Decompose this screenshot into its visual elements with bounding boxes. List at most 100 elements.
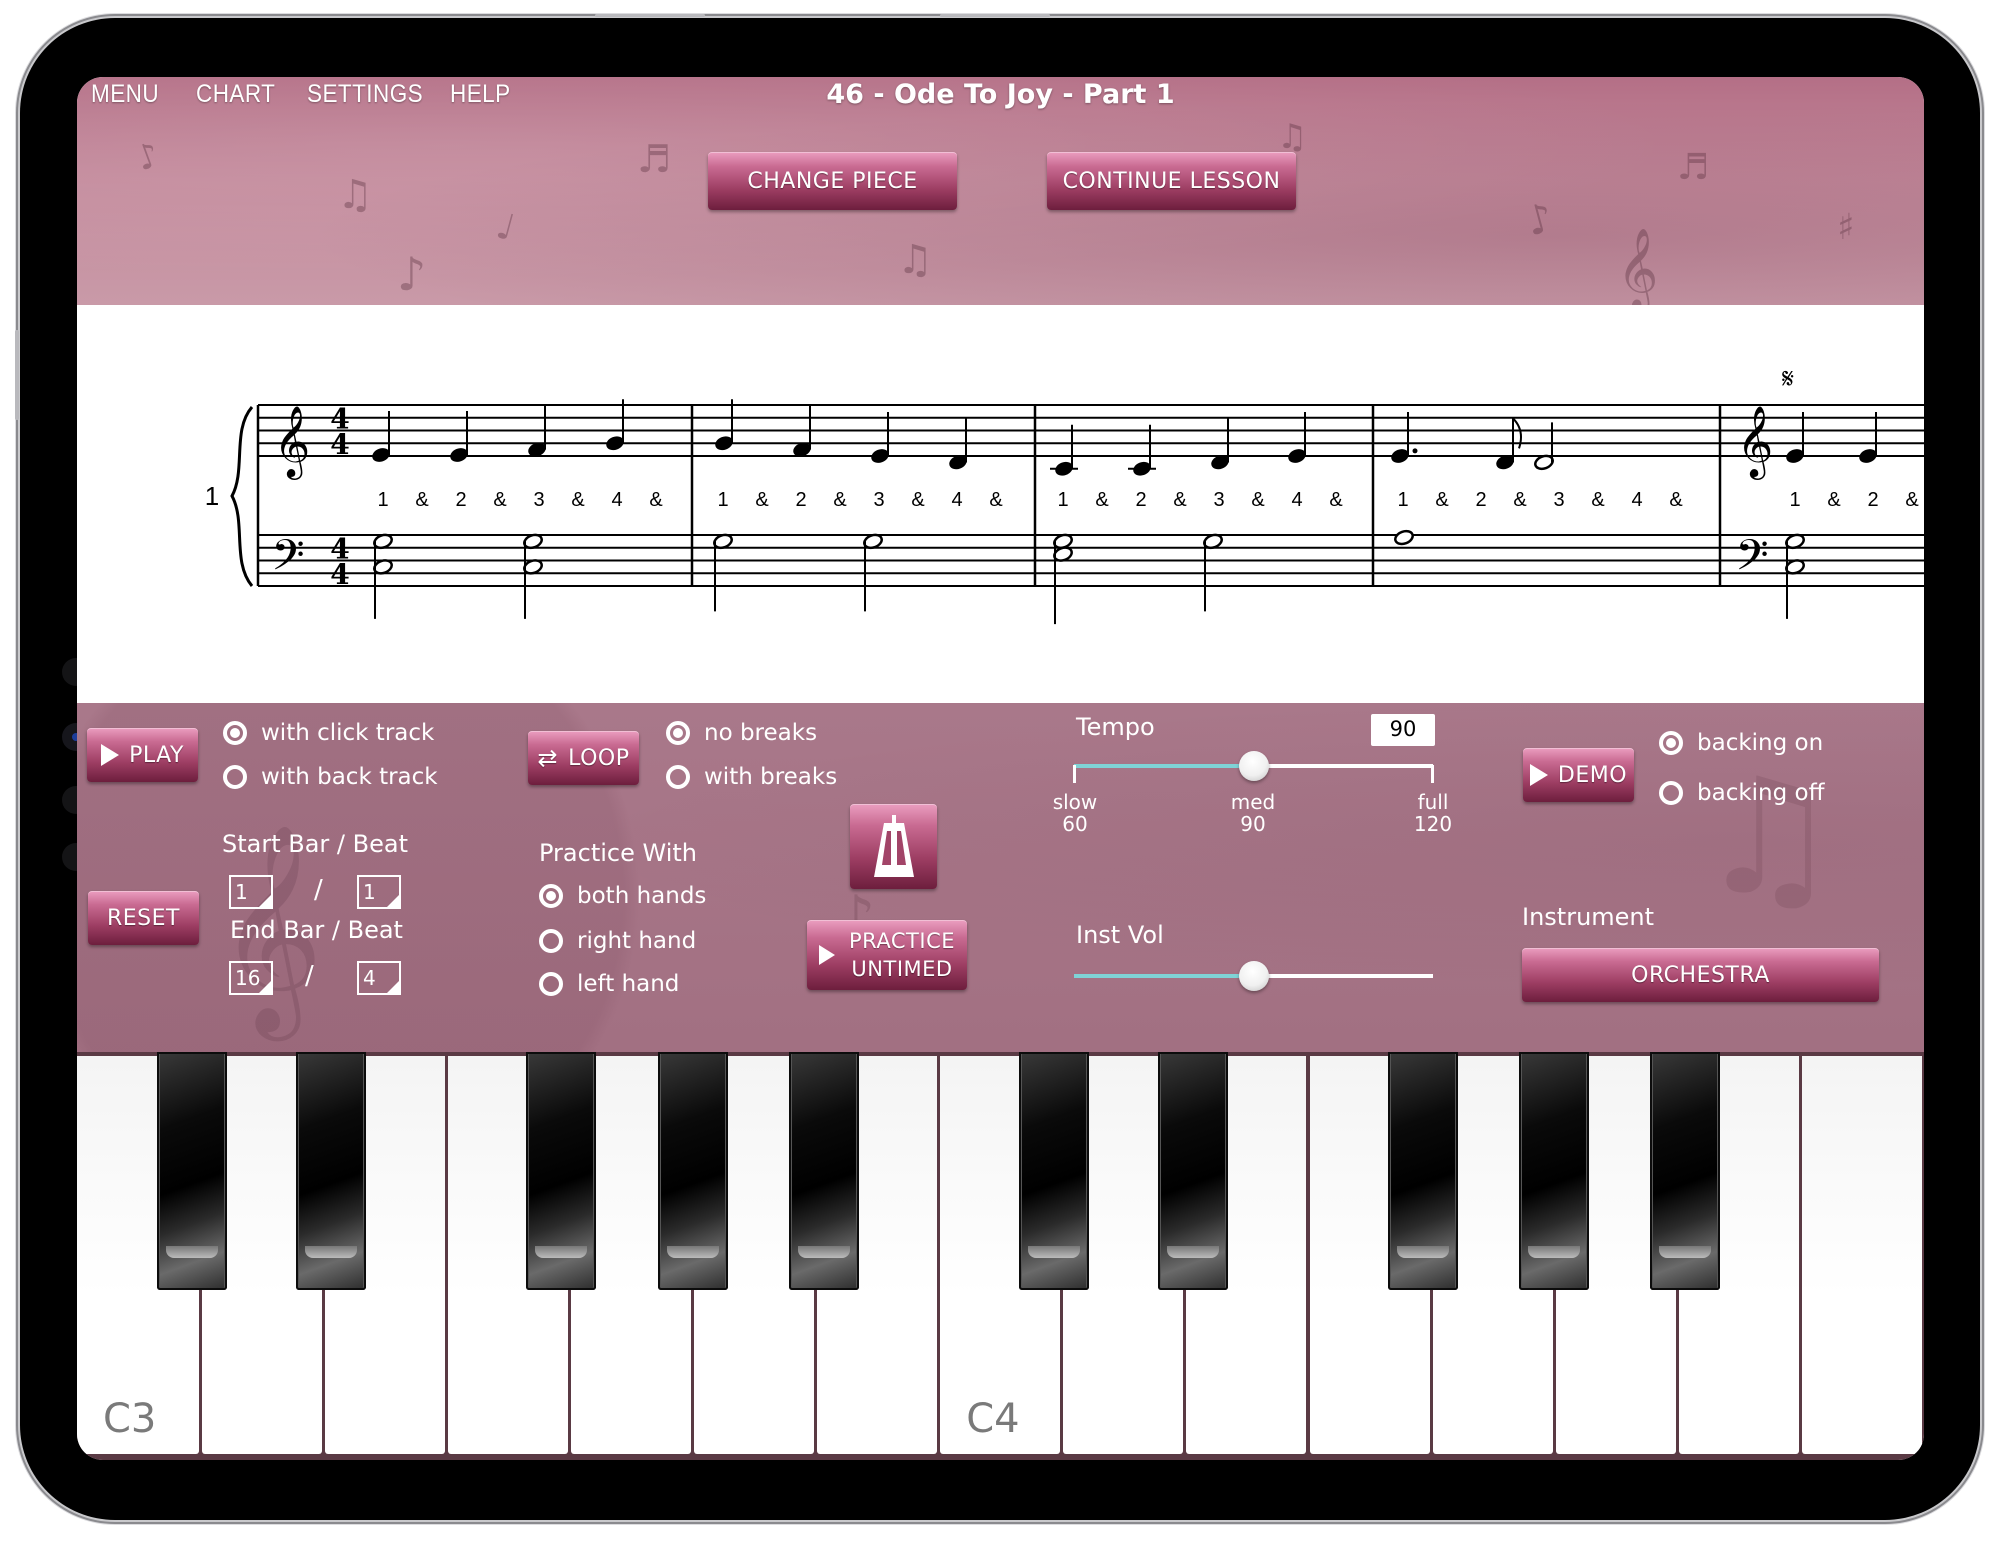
black-key[interactable] <box>1519 1052 1590 1290</box>
black-key[interactable] <box>296 1052 367 1290</box>
tempo-mark-name: slow <box>1052 790 1098 814</box>
separator: / <box>305 961 314 991</box>
metronome-button[interactable] <box>850 804 937 889</box>
end-beat-input[interactable]: 4 <box>357 961 401 995</box>
end-bar-input[interactable]: 16 <box>229 961 273 995</box>
radio-right-hand[interactable]: right hand <box>539 928 696 954</box>
instrument-label: Instrument <box>1522 903 1655 931</box>
count-label: & <box>1591 489 1605 511</box>
treble-clef-icon: 𝄞 <box>274 404 311 480</box>
count-label: & <box>571 489 585 511</box>
change-piece-button[interactable]: CHANGE PIECE <box>708 152 957 210</box>
practice-untimed-button[interactable]: PRACTICE UNTIMED <box>807 920 967 990</box>
menu-button[interactable]: MENU <box>91 80 159 109</box>
tempo-slider-knob[interactable] <box>1238 751 1269 781</box>
radio-both-hands[interactable]: both hands <box>539 883 706 909</box>
settings-button[interactable]: SETTINGS <box>307 80 423 109</box>
time-signature-bottom: 4 <box>330 428 349 461</box>
count-label: 4 <box>1291 489 1302 511</box>
count-label: 4 <box>611 489 622 511</box>
tempo-mark-full: full 120 <box>1393 791 1473 835</box>
segno-icon: 𝄋 <box>1782 362 1794 395</box>
radio-label: both hands <box>577 883 707 909</box>
system-brace <box>230 406 254 587</box>
tempo-mark-value: 60 <box>1062 812 1088 836</box>
radio-unselected-icon <box>666 765 690 789</box>
system-number: 1 <box>205 481 219 511</box>
inst-vol-slider-knob[interactable] <box>1238 961 1269 991</box>
start-beat-input[interactable]: 1 <box>357 875 401 909</box>
radio-backing-off[interactable]: backing off <box>1659 780 1824 806</box>
count-label: 4 <box>951 489 962 511</box>
radio-backing-on[interactable]: backing on <box>1659 730 1823 756</box>
radio-no-breaks[interactable]: no breaks <box>666 720 817 746</box>
black-key[interactable] <box>157 1052 228 1290</box>
separator: / <box>314 875 323 905</box>
practice-untimed-label: PRACTICE UNTIMED <box>849 927 955 983</box>
black-key[interactable] <box>1157 1052 1228 1290</box>
radio-with-breaks[interactable]: with breaks <box>666 764 837 790</box>
play-button[interactable]: PLAY <box>87 728 198 782</box>
bass-clef-icon: 𝄢 <box>1735 531 1768 591</box>
tempo-tick <box>1073 765 1076 783</box>
black-key[interactable] <box>526 1052 597 1290</box>
count-label: 2 <box>1475 489 1486 511</box>
change-piece-label: CHANGE PIECE <box>747 168 918 194</box>
metronome-icon <box>873 814 914 877</box>
radio-click-track[interactable]: with click track <box>223 720 434 746</box>
count-label: & <box>493 489 507 511</box>
black-key[interactable] <box>1650 1052 1721 1290</box>
inst-vol-slider-fill <box>1074 974 1254 978</box>
count-label: & <box>1435 489 1449 511</box>
play-icon <box>818 945 835 965</box>
tempo-value-box[interactable]: 90 <box>1371 714 1435 746</box>
count-label: 4 <box>1631 489 1642 511</box>
piano-keyboard: C3 C4 <box>77 1052 1924 1460</box>
radio-left-hand[interactable]: left hand <box>539 971 679 997</box>
count-label: 1 <box>1397 489 1408 511</box>
practice-with-label: Practice With <box>539 839 697 867</box>
octave-label: C3 <box>103 1396 157 1442</box>
black-key[interactable] <box>788 1052 859 1290</box>
score-staff: 1𝄞𝄢𝄞𝄢4444𝄋1 & 2 & 3 & 4 & 1 & 2 & 3 & 4 & 1 & 2 & 3 & 4 & 1 & 2 & 3 &… <box>205 362 1924 625</box>
tempo-mark-value: 120 <box>1413 812 1453 836</box>
tempo-mark-value: 90 <box>1240 812 1266 836</box>
count-label: & <box>1173 489 1187 511</box>
continue-lesson-button[interactable]: CONTINUE LESSON <box>1047 152 1296 210</box>
tempo-mark-name: full <box>1417 790 1449 814</box>
help-button[interactable]: HELP <box>450 80 511 109</box>
count-label: & <box>1827 489 1841 511</box>
count-label: & <box>1251 489 1265 511</box>
tempo-mark-name: med <box>1230 790 1276 814</box>
chart-button[interactable]: CHART <box>196 80 275 109</box>
count-label: & <box>649 489 663 511</box>
white-key[interactable] <box>1801 1056 1922 1454</box>
count-label: 2 <box>455 489 466 511</box>
black-key[interactable] <box>1018 1052 1089 1290</box>
count-label: & <box>1095 489 1109 511</box>
tempo-mark-slow: slow 60 <box>1035 791 1115 835</box>
radio-back-track[interactable]: with back track <box>223 764 438 790</box>
radio-selected-icon <box>539 884 563 908</box>
instrument-value: ORCHESTRA <box>1631 962 1770 988</box>
demo-button[interactable]: DEMO <box>1523 748 1634 802</box>
start-bar-input[interactable]: 1 <box>229 875 273 909</box>
radio-label: with back track <box>261 764 438 790</box>
instrument-select-button[interactable]: ORCHESTRA <box>1522 948 1879 1002</box>
reset-label: RESET <box>107 905 180 931</box>
count-label: 3 <box>1553 489 1564 511</box>
top-button <box>940 14 1050 17</box>
count-label: 2 <box>1867 489 1878 511</box>
play-label: PLAY <box>129 742 184 768</box>
time-signature-bottom: 4 <box>330 558 349 591</box>
loop-button[interactable]: ⇄ LOOP <box>528 731 639 785</box>
header-bar: ♪ ♫ ♩ ♬ ♪ ♫ ♪ ♬ ♯ 𝄞 ♫ MENU CHART SETTING… <box>77 77 1924 309</box>
black-key[interactable] <box>1388 1052 1459 1290</box>
count-label: 1 <box>1057 489 1068 511</box>
black-key[interactable] <box>657 1052 728 1290</box>
sheet-music: 1 𝄞 𝄢 𝄞 𝄢 4 4 4 4 𝄋 1 & 2 & 3 & 4 & 1 & 2 & 3 & 4 & 1 & 2 & 3 & 4 & 1 & 2 & 3 &… <box>77 305 1924 703</box>
count-label: 2 <box>795 489 806 511</box>
reset-button[interactable]: RESET <box>88 891 199 945</box>
end-bar-beat-label: End Bar / Beat <box>230 916 403 944</box>
count-label: & <box>415 489 429 511</box>
